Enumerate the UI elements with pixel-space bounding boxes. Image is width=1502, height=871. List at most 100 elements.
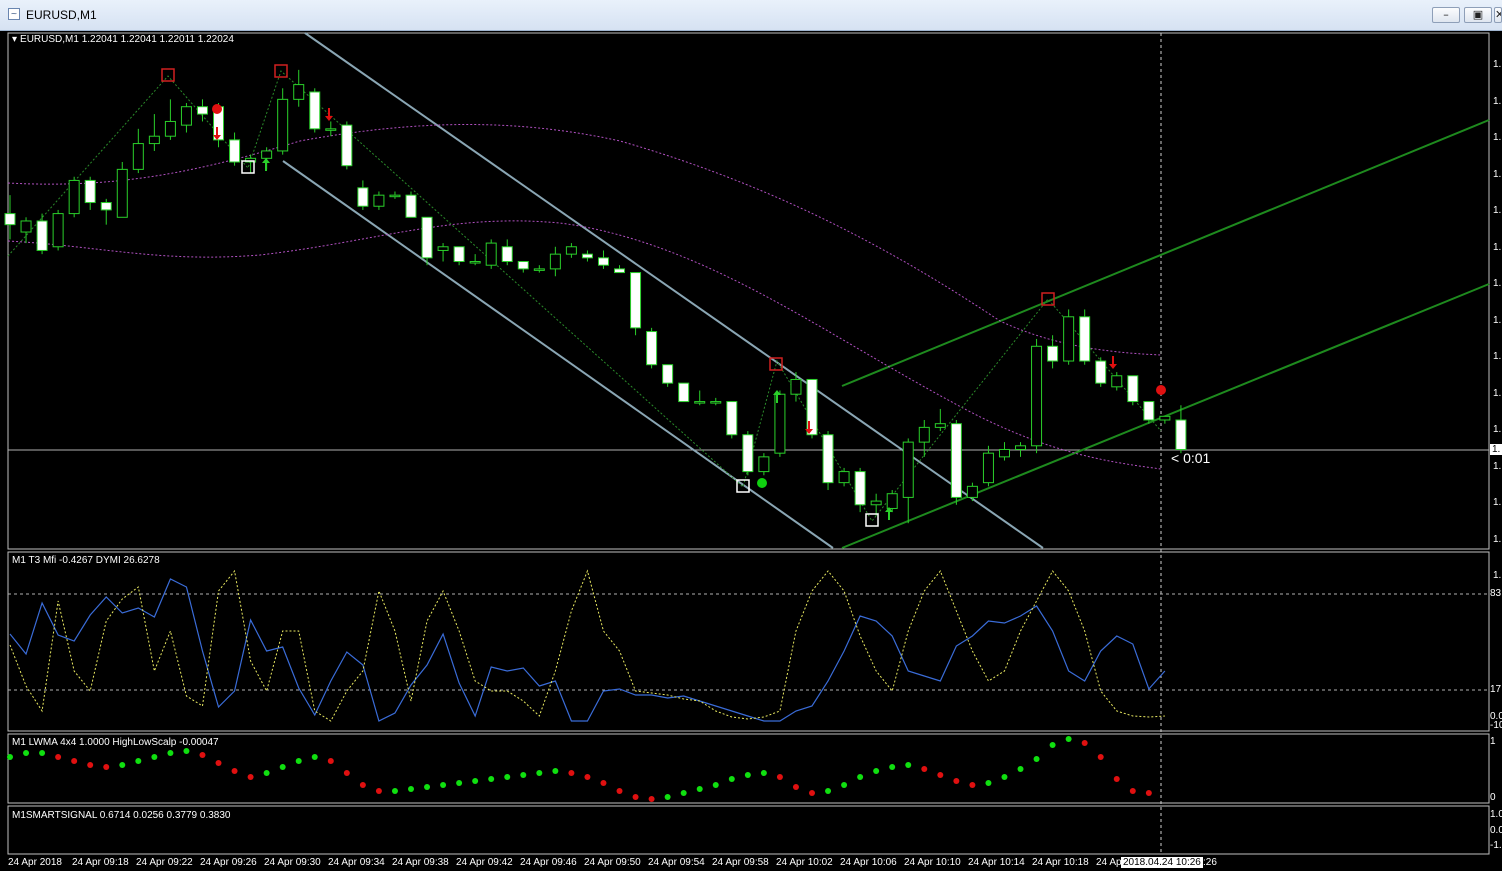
bull-candle (68, 179, 80, 215)
sell-signal-dot (1156, 385, 1166, 395)
time-tick-label: 24 Apr 10:06 (840, 857, 897, 868)
indicator3-header: M1SMARTSIGNAL 0.6714 0.0256 0.3779 0.383… (12, 810, 231, 821)
bull-candle (132, 143, 144, 170)
time-tick-label: 24 Apr 10:10 (904, 857, 961, 868)
buy-arrow-icon (262, 158, 270, 171)
bear-candle (854, 471, 866, 506)
restore-button[interactable]: ▣ (1464, 7, 1492, 23)
scalp-signal-dot (712, 782, 719, 788)
collapse-triangle-icon[interactable]: ▾ (12, 34, 17, 45)
bear-candle (630, 272, 642, 329)
bear-candle (742, 434, 754, 473)
bear-candle (36, 220, 48, 251)
indicator1-level-label: -10 (1490, 720, 1502, 731)
time-tick-label: 24 Apr 09:22 (136, 857, 193, 868)
close-button[interactable]: ✕ (1494, 7, 1502, 23)
scalp-signal-dot (1065, 736, 1072, 742)
bull-candle (1159, 415, 1171, 421)
indicator1-level-label: 83 (1490, 588, 1502, 599)
minimize-button[interactable]: – (1432, 7, 1460, 23)
sell-signal-dot (212, 104, 222, 114)
bull-candle (469, 261, 481, 264)
scalp-signal-dot (167, 750, 174, 756)
bull-candle (1111, 375, 1123, 388)
bull-candle (838, 471, 850, 484)
bull-candle (261, 150, 273, 159)
bar-timer-label: < 0:01 (1171, 450, 1211, 466)
bull-candle (485, 242, 497, 266)
indicator2-level-label: 0 (1490, 792, 1496, 803)
bear-candle (662, 364, 674, 384)
bear-candle (501, 246, 513, 263)
scalp-signal-dot (1097, 754, 1104, 760)
bear-candle (726, 401, 738, 436)
price-tick-label: 1. (1493, 132, 1502, 143)
scalp-signal-dot (408, 786, 414, 792)
scalp-signal-dot (921, 766, 928, 772)
scalp-signal-dot (343, 770, 350, 776)
chart-canvas[interactable] (0, 31, 1502, 871)
time-tick-label: 24 Apr 2018 (8, 857, 62, 868)
scalp-signal-dot (199, 752, 206, 758)
price-tick-label: 1. (1493, 241, 1502, 253)
bear-candle (405, 194, 417, 218)
scalp-signal-dot (1129, 788, 1136, 794)
scalp-signal-dot (1145, 790, 1152, 796)
scalp-signal-dot (359, 782, 366, 788)
bear-candle (1175, 419, 1187, 450)
bull-candle (902, 441, 914, 498)
t3-mfi-line (9, 578, 1166, 722)
bull-candle (373, 194, 385, 207)
scalp-signal-dot (568, 770, 575, 776)
bull-candle (116, 168, 128, 218)
minimize-icon: – (1443, 8, 1449, 21)
scalp-signal-dot (760, 770, 767, 776)
bull-candle (20, 220, 32, 233)
scalp-signal-dot (536, 770, 543, 776)
scalp-signal-dot (119, 762, 126, 768)
bear-candle (614, 268, 626, 274)
bull-candle (549, 253, 561, 270)
time-tick-label: 24 Apr 10:14 (968, 857, 1025, 868)
candles-group (4, 69, 1187, 524)
window-title: EURUSD,M1 (26, 8, 97, 22)
bear-candle (421, 216, 433, 259)
scalp-signal-dot (744, 772, 751, 778)
scalp-signal-dot (664, 794, 671, 800)
bull-candle (52, 213, 64, 248)
scalp-signal-dot (873, 768, 880, 774)
envelope-upper (7, 124, 1162, 356)
bear-candle (1079, 316, 1091, 362)
indicator2-frame (7, 733, 1490, 804)
bull-candle (870, 500, 882, 506)
scalp-signal-dot (151, 754, 158, 760)
bull-candle (437, 246, 449, 251)
scalp-signal-dot (825, 788, 832, 794)
bear-candle (581, 253, 593, 259)
scalp-signal-dot (1017, 766, 1024, 772)
downtrend-channel-lower (282, 160, 834, 549)
uptrend-channel-upper (841, 119, 1490, 387)
restore-icon: ▣ (1472, 8, 1484, 21)
scalp-signal-dot (792, 784, 799, 790)
bull-candle (164, 120, 176, 137)
time-tick-label: 24 Ap (1096, 857, 1122, 868)
bull-candle (533, 268, 545, 271)
scalp-signal-dot (809, 790, 815, 796)
bull-candle (934, 423, 946, 428)
scalp-signal-dot (632, 794, 639, 800)
bull-candle (790, 378, 802, 395)
bear-candle (597, 257, 609, 266)
scalp-signal-dot (135, 758, 142, 764)
time-tick-label: 24 Apr 09:46 (520, 857, 577, 868)
price-tick-label: 1. (1493, 460, 1502, 472)
bear-candle (357, 187, 369, 207)
chart-window-icon: ~ (8, 8, 20, 20)
price-tick-label: 1. (1493, 533, 1502, 545)
scalp-signal-dot (375, 788, 382, 794)
close-icon: ✕ (1495, 8, 1501, 21)
price-tick-label: 1. (1493, 278, 1502, 289)
bull-candle (293, 84, 305, 100)
scalp-signal-dot (472, 778, 479, 784)
scalp-signal-dot (905, 762, 912, 768)
